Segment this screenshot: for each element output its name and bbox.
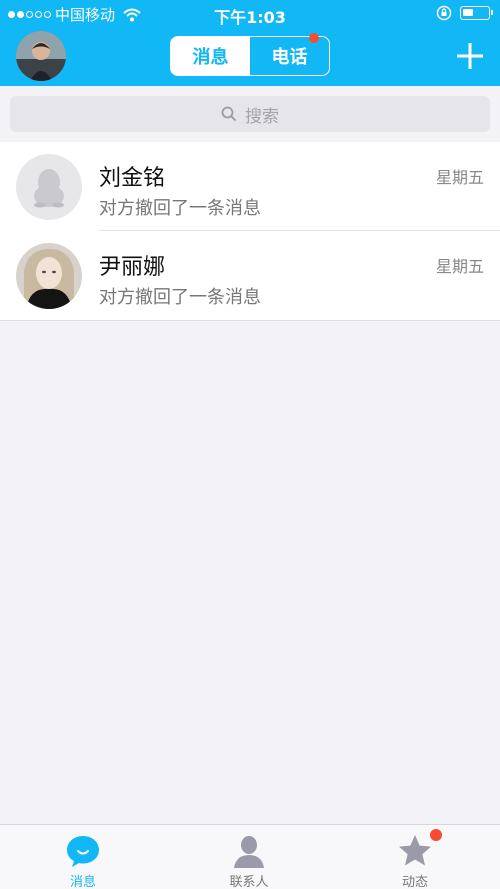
tabbar-feed-label: 动态 [401,875,428,889]
avatar [16,154,82,220]
contact-photo [16,243,82,309]
contacts-icon [234,836,264,868]
tab-messages[interactable]: 消息 [171,37,250,75]
contact-name: 尹丽娜 [99,255,166,280]
search-input[interactable]: 搜索 [10,96,490,132]
header-segmented-control: 消息 电话 [170,33,330,76]
tab-calls[interactable]: 电话 [250,33,329,75]
tabbar-messages[interactable]: 消息 [0,825,166,889]
tabbar-contacts-label: 联系人 [229,875,269,889]
conversation-item[interactable]: 刘金铭 对方撤回了一条消息 星期五 [0,142,500,231]
tabbar-feed[interactable]: 动态 [332,825,498,889]
message-time: 星期五 [435,257,484,276]
battery-icon [460,6,493,20]
status-time: 下午1:03 [214,8,286,27]
search-placeholder: 搜索 [245,106,279,127]
conversation-list: 刘金铭 对方撤回了一条消息 星期五 尹丽娜 对方撤回了一条消息 星期五 [0,142,500,321]
bottom-tab-bar: 消息 联系人 动态 [0,824,500,889]
rotation-lock-icon [436,5,452,21]
conversation-item[interactable]: 尹丽娜 对方撤回了一条消息 星期五 [0,231,500,320]
add-icon[interactable] [454,40,486,72]
message-preview: 对方撤回了一条消息 [99,198,261,219]
tabbar-contacts[interactable]: 联系人 [166,825,332,889]
status-right [436,5,493,21]
search-icon [221,106,237,122]
search-area: 搜索 [0,86,500,142]
feed-badge [430,829,442,841]
avatar [16,243,82,309]
tabbar-messages-label: 消息 [69,875,96,889]
message-time: 星期五 [435,168,484,187]
status-bar: 中国移动 下午1:03 [0,0,500,28]
message-preview: 对方撤回了一条消息 [99,287,261,308]
star-icon [399,835,431,866]
tab-calls-label: 电话 [271,47,308,68]
contact-name: 刘金铭 [99,166,166,191]
top-header: 中国移动 下午1:03 消息 电话 [0,0,500,86]
default-penguin-icon [34,169,64,208]
chat-bubble-icon [67,836,99,867]
calls-badge [309,33,319,43]
my-avatar[interactable] [16,31,66,81]
